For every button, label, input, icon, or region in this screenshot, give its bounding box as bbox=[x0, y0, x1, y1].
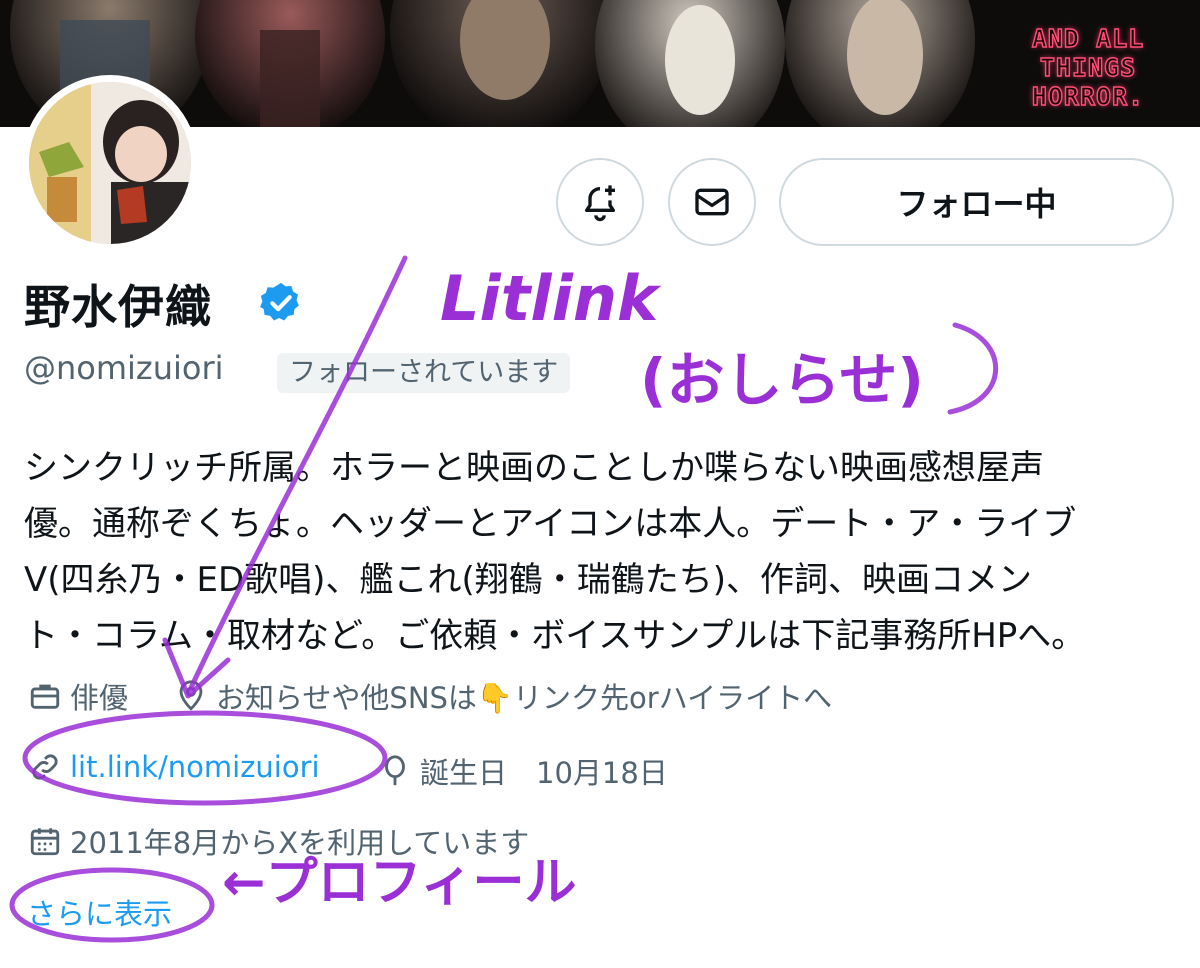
birthday-label: 誕生日 10月18日 bbox=[420, 756, 668, 790]
display-name: 野水伊織 bbox=[24, 280, 212, 334]
location-item: お知らせや他SNSは👇リンク先orハイライトへ bbox=[174, 675, 832, 717]
following-button[interactable]: フォロー中 bbox=[779, 158, 1174, 246]
annotation-bracket bbox=[947, 322, 999, 415]
profession-item: 俳優 bbox=[28, 675, 128, 717]
user-handle: @nomizuiori bbox=[24, 349, 224, 387]
bio-line: ト・コラム・取材など。ご依頼・ボイスサンプルは下記事務所HPへ。 bbox=[24, 616, 1086, 656]
notification-subscribe-button[interactable] bbox=[556, 158, 644, 246]
banner-neon-text: AND ALL THINGS HORROR. bbox=[1031, 23, 1145, 111]
follows-you-badge: フォローされています bbox=[277, 353, 571, 393]
annotation-litlink: Litlink bbox=[440, 262, 662, 335]
bio-line: 優。通称ぞくちょ。ヘッダーとアイコンは本人。デート・ア・ライブ bbox=[24, 504, 1077, 544]
annotation-profile-arrow: ←プロフィール bbox=[222, 853, 577, 913]
header-banner[interactable]: AND ALL THINGS HORROR. bbox=[0, 0, 1200, 127]
calendar-icon bbox=[30, 828, 60, 856]
link-icon bbox=[32, 754, 58, 780]
verified-badge-icon[interactable] bbox=[258, 280, 304, 326]
website-link[interactable]: lit.link/nomizuiori bbox=[70, 750, 320, 784]
briefcase-icon bbox=[30, 684, 60, 709]
avatar-image bbox=[29, 82, 191, 244]
balloon-icon bbox=[385, 755, 405, 786]
message-button[interactable] bbox=[668, 158, 756, 246]
profession-label: 俳優 bbox=[70, 681, 129, 715]
bio-line: Ⅴ(四糸乃・ED歌唱)、艦これ(翔鶴・瑞鶴たち)、作詞、映画コメン bbox=[24, 560, 1032, 600]
location-label: お知らせや他SNSは👇リンク先orハイライトへ bbox=[216, 681, 833, 715]
joined-item: 2011年8月からXを利用しています bbox=[28, 820, 529, 862]
bio-line: シンクリッチ所属。ホラーと映画のことしか喋らない映画感想屋声 bbox=[24, 448, 1044, 488]
envelope-icon bbox=[695, 188, 729, 216]
website-item[interactable]: lit.link/nomizuiori bbox=[28, 750, 320, 784]
birthday-item: 誕生日 10月18日 bbox=[378, 750, 668, 792]
bell-plus-icon bbox=[585, 185, 615, 222]
show-more-link[interactable]: さらに表示 bbox=[27, 891, 172, 933]
profile-bio: シンクリッチ所属。ホラーと映画のことしか喋らない映画感想屋声 優。通称ぞくちょ。… bbox=[24, 440, 1174, 664]
annotation-oshirase: (おしらせ) bbox=[640, 346, 924, 414]
profile-avatar[interactable] bbox=[22, 75, 198, 251]
joined-label: 2011年8月からXを利用しています bbox=[70, 826, 530, 860]
location-pin-icon bbox=[179, 680, 203, 711]
